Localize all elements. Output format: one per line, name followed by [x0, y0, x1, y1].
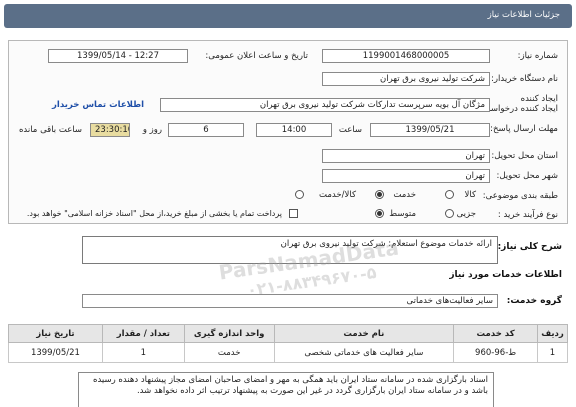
province-label: استان محل تحویل:	[491, 151, 558, 161]
process-radio-minor[interactable]	[445, 209, 454, 218]
service-group-label: گروه خدمت:	[506, 296, 562, 306]
cell-code: ط-96-960	[453, 342, 539, 363]
cell-row: 1	[537, 342, 568, 363]
deadline-time-label: ساعت	[338, 125, 362, 135]
service-group-field: سایر فعالیت‌های خدماتی	[82, 294, 498, 308]
buyer-label: نام دستگاه خریدار:	[491, 74, 558, 84]
process-radio-medium[interactable]	[375, 209, 384, 218]
province-field: تهران	[322, 149, 490, 163]
category-option-goods: کالا	[464, 190, 476, 200]
creator-field: مژگان آل بویه سرپرست تدارکات شرکت تولید …	[160, 98, 490, 112]
city-field: تهران	[322, 169, 490, 183]
remaining-days-field: 6	[168, 123, 244, 137]
category-label: طبقه بندی موضوعی:	[482, 191, 558, 201]
announce-date-field: 1399/05/14 - 12:27	[48, 49, 188, 63]
page-title: جزئیات اطلاعات نیاز	[487, 10, 560, 20]
col-code-header: کد خدمت	[453, 324, 539, 343]
services-info-title: اطلاعات خدمات مورد نیاز	[449, 270, 562, 280]
cell-qty: 1	[101, 342, 185, 363]
remaining-label: ساعت باقی مانده	[18, 125, 82, 135]
col-row-header: ردیف	[537, 324, 568, 343]
summary-field: ارائه خدمات موضوع استعلام: شرکت تولید نی…	[82, 236, 498, 264]
col-unit-header: واحد اندازه گیری	[183, 324, 275, 343]
treasury-payment-note: پرداخت تمام یا بخشی از مبلغ خرید،از محل …	[26, 209, 282, 218]
buyer-field: شرکت تولید نیروی برق تهران	[322, 72, 490, 86]
creator-label: ایجاد کننده درخواست:	[479, 104, 558, 114]
remaining-time-field: 23:30:10	[90, 123, 130, 137]
table-header-row: ردیف کد خدمت نام خدمت واحد اندازه گیری ت…	[8, 324, 568, 343]
cell-unit: خدمت	[183, 342, 275, 363]
col-date-header: تاریخ نیاز	[8, 324, 103, 343]
days-label: روز و	[142, 125, 162, 135]
process-type-label: نوع فرآیند خرید :	[497, 210, 558, 220]
need-number-field: 1199001468000005	[322, 49, 490, 63]
city-label: شهر محل تحویل:	[496, 171, 558, 181]
category-radio-goods[interactable]	[445, 190, 454, 199]
need-number-label: شماره نیاز:	[517, 51, 558, 61]
category-radio-service[interactable]	[375, 190, 384, 199]
summary-label: شرح کلی نیاز:	[497, 242, 562, 252]
process-option-minor: جزیی	[456, 209, 476, 219]
category-radio-goods-service[interactable]	[295, 190, 304, 199]
treasury-payment-checkbox[interactable]	[289, 209, 298, 218]
category-option-goods-service: کالا/خدمت	[319, 190, 356, 200]
services-table: ردیف کد خدمت نام خدمت واحد اندازه گیری ت…	[8, 324, 568, 363]
process-option-medium: متوسط	[389, 209, 416, 219]
category-option-service: خدمت	[393, 190, 416, 200]
creator-label-line1: ایجاد کننده	[520, 94, 558, 104]
table-row: 1 ط-96-960 سایر فعالیت های خدماتی شخصی خ…	[8, 342, 568, 363]
deadline-time-field: 14:00	[256, 123, 332, 137]
col-name-header: نام خدمت	[273, 324, 455, 343]
deadline-date-field: 1399/05/21	[370, 123, 490, 137]
cell-date: 1399/05/21	[8, 342, 103, 363]
page-header: جزئیات اطلاعات نیاز	[4, 4, 572, 28]
col-qty-header: تعداد / مقدار	[101, 324, 185, 343]
cell-name: سایر فعالیت های خدماتی شخصی	[273, 342, 455, 363]
announce-date-label: تاریخ و ساعت اعلان عمومی:	[205, 51, 308, 61]
buyer-note: اسناد بارگزاری شده در سامانه ستاد ایران …	[78, 372, 494, 407]
buyer-contact-link[interactable]: اطلاعات تماس خریدار	[52, 100, 144, 110]
